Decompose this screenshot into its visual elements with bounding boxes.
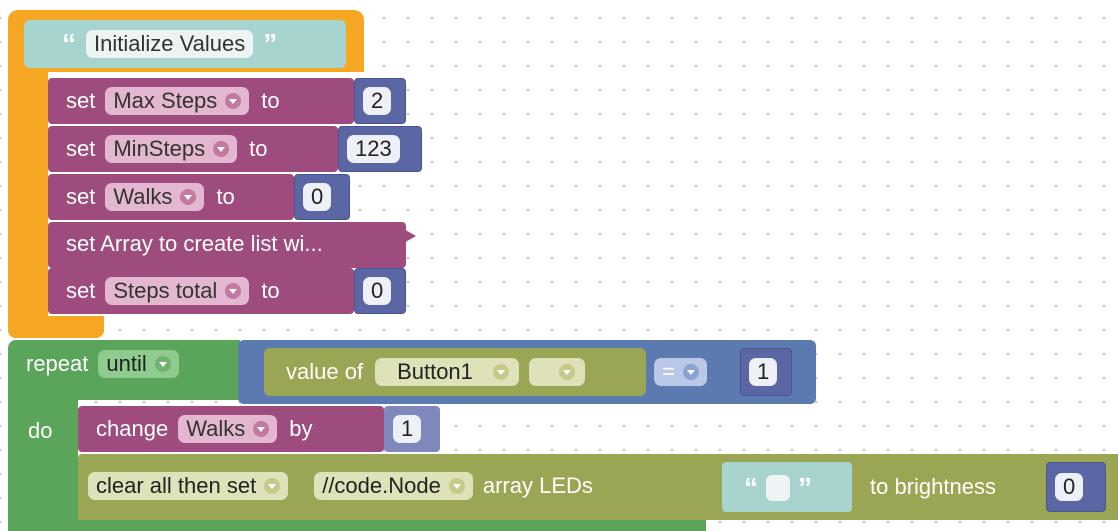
- number-value[interactable]: 123: [347, 135, 400, 163]
- chevron-down-icon: [492, 364, 509, 380]
- chevron-down-icon: [225, 93, 242, 109]
- variable-name: Steps total: [113, 278, 218, 303]
- variable-name: Walks: [186, 416, 246, 441]
- to-keyword: to: [216, 184, 235, 209]
- set-keyword: set: [66, 88, 96, 113]
- number-block[interactable]: 2: [354, 78, 406, 124]
- text-block[interactable]: “ ”: [722, 462, 852, 512]
- to-keyword: to: [249, 136, 268, 161]
- set-block[interactable]: set MinSteps to: [48, 126, 338, 172]
- set-array-label: set Array to create list wi...: [66, 231, 323, 256]
- number-value[interactable]: 0: [303, 183, 332, 211]
- property-dropdown[interactable]: [528, 358, 585, 386]
- change-keyword: change: [96, 416, 169, 441]
- open-quote-icon: “: [62, 28, 76, 59]
- variable-name: MinSteps: [113, 136, 206, 161]
- to-keyword: to: [261, 88, 280, 113]
- device-name: Button1: [397, 359, 473, 384]
- set-block[interactable]: set Walks to: [48, 174, 294, 220]
- comment-block[interactable]: “ Initialize Values ”: [24, 20, 346, 68]
- node-dropdown[interactable]: //code.Node: [314, 472, 473, 500]
- operator-value: =: [662, 359, 675, 384]
- array-leds-label: array LEDs: [482, 473, 593, 498]
- chevron-down-icon: [448, 478, 465, 494]
- chevron-down-icon: [180, 189, 197, 205]
- variable-name: Walks: [113, 184, 173, 209]
- close-quote-icon: ”: [798, 472, 812, 503]
- variable-dropdown[interactable]: Max Steps: [105, 87, 250, 115]
- variable-dropdown[interactable]: Steps total: [105, 277, 250, 305]
- variable-dropdown[interactable]: MinSteps: [105, 135, 238, 163]
- set-keyword: set: [66, 184, 96, 209]
- repeat-keyword: repeat: [26, 351, 89, 376]
- collapsed-edge-icon: [402, 228, 416, 244]
- number-block[interactable]: 0: [1046, 462, 1106, 512]
- number-block[interactable]: 0: [354, 268, 406, 314]
- number-block[interactable]: 123: [338, 126, 422, 172]
- number-value[interactable]: 0: [363, 277, 392, 305]
- chevron-down-icon: [253, 421, 270, 437]
- open-quote-icon: “: [744, 472, 758, 503]
- variable-dropdown[interactable]: Walks: [178, 415, 278, 443]
- to-brightness-label: to brightness: [870, 474, 996, 499]
- chevron-down-icon: [213, 141, 230, 157]
- initialize-container-foot: [8, 316, 104, 338]
- change-block[interactable]: change Walks by: [78, 406, 384, 452]
- led-mode-dropdown[interactable]: clear all then set: [88, 472, 289, 500]
- number-block[interactable]: 1: [384, 406, 440, 452]
- do-keyword: do: [28, 418, 53, 443]
- by-keyword: by: [289, 416, 313, 441]
- node-value: //code.Node: [322, 473, 441, 498]
- comment-text[interactable]: Initialize Values: [86, 30, 254, 58]
- number-value[interactable]: 2: [363, 87, 392, 115]
- set-keyword: set: [66, 278, 96, 303]
- set-block[interactable]: set Steps total to: [48, 268, 354, 314]
- led-mode-value: clear all then set: [96, 473, 257, 498]
- variable-dropdown[interactable]: Walks: [105, 183, 205, 211]
- number-value[interactable]: 1: [393, 415, 422, 443]
- chevron-down-icon: [558, 364, 575, 380]
- repeat-mode-value: until: [106, 351, 147, 376]
- value-of-block[interactable]: value of Button1: [264, 348, 646, 396]
- close-quote-icon: ”: [263, 28, 278, 59]
- variable-name: Max Steps: [113, 88, 218, 113]
- empty-text-field[interactable]: [766, 475, 790, 501]
- set-block[interactable]: set Max Steps to: [48, 78, 354, 124]
- chevron-down-icon: [225, 283, 242, 299]
- operator-dropdown[interactable]: =: [654, 358, 707, 386]
- number-block[interactable]: 1: [740, 348, 792, 396]
- set-array-collapsed-block[interactable]: set Array to create list wi...: [48, 222, 406, 268]
- initialize-container-arm: [8, 60, 48, 338]
- value-of-label: value of: [286, 359, 364, 384]
- set-keyword: set: [66, 136, 96, 161]
- number-value[interactable]: 1: [749, 358, 778, 386]
- chevron-down-icon: [264, 478, 281, 494]
- chevron-down-icon: [682, 364, 699, 380]
- next-block-peek[interactable]: [78, 520, 706, 531]
- number-block[interactable]: 0: [294, 174, 350, 220]
- repeat-mode-dropdown[interactable]: until: [98, 350, 179, 378]
- to-keyword: to: [261, 278, 280, 303]
- device-dropdown[interactable]: Button1: [375, 358, 519, 386]
- number-value[interactable]: 0: [1055, 473, 1084, 501]
- chevron-down-icon: [154, 356, 171, 372]
